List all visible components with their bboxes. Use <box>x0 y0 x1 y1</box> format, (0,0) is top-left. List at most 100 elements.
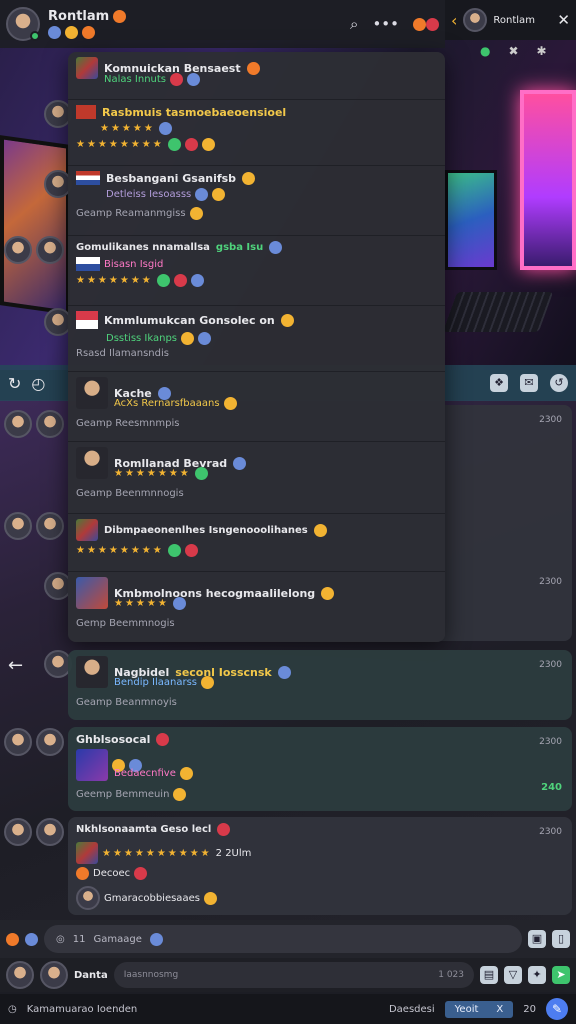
chat-row-meta-text: Geamp Beanmnoyis <box>76 697 177 708</box>
chat-row-meta: Geemp Bemmeuin <box>76 788 564 801</box>
game-thumbnail <box>76 57 98 79</box>
chat-list-avatar-row[interactable] <box>4 308 72 336</box>
chat-row-name: Nkhlsonaamta Geso lecl <box>76 824 212 835</box>
shield-icon[interactable]: ❖ <box>490 374 508 392</box>
back-icon[interactable]: ‹ <box>451 11 457 30</box>
user-photo <box>76 447 108 479</box>
sync-icon[interactable]: ↻ <box>8 374 21 393</box>
attach-icon[interactable] <box>25 932 38 946</box>
chat-header[interactable]: Rontlam <box>48 9 127 39</box>
side-panel-title: Rontlam <box>493 14 535 26</box>
more-icon[interactable]: ••• <box>372 15 399 33</box>
status-pill[interactable]: Yeoit X <box>444 1000 514 1018</box>
top-bar: Rontlam ⌕ ••• <box>0 0 445 48</box>
fire-icon <box>113 10 127 23</box>
tools-icon[interactable]: ✖ <box>508 44 518 58</box>
bg-neon-sign <box>520 90 576 270</box>
list-item[interactable]: Romllanad Bevrad ★★★★★★★ Geamp Beenmnnog… <box>68 442 445 514</box>
status-pill-a: Yeoit <box>454 1003 479 1015</box>
item-title: Rasbmuis tasmoebaeoensioel <box>76 105 437 119</box>
chat-row-line: Bedaecnfive <box>114 767 564 780</box>
chat-list-avatar-row[interactable] <box>4 512 64 540</box>
status-bar: ◷ Kamamuarao Ioenden Daesdesi Yeoit X 20… <box>0 994 576 1024</box>
reaction-row: ★★★★★★★★ <box>76 544 437 557</box>
sticker-icon[interactable]: ◎ <box>56 934 65 945</box>
item-meta: Geamp Reesmnmpis <box>76 418 437 429</box>
item-line: Nalas Innuts <box>104 73 437 86</box>
message-time: 2300 <box>539 827 562 837</box>
conversation-popup: Komnuickan Bensaest Nalas Innuts Rasbmui… <box>68 52 445 642</box>
refresh-icon[interactable]: ↺ <box>550 374 568 392</box>
game-thumbnail <box>76 656 108 688</box>
item-line: Detleiss Iesoasss <box>106 188 437 201</box>
chat-list-avatar-row[interactable] <box>4 572 72 600</box>
reaction-row: ★★★★★★★★★★ 2 2Ulm <box>76 842 564 864</box>
item-title-text: Gomulikanes nnamallsa <box>76 242 210 253</box>
clock-icon <box>149 932 163 946</box>
chat-row[interactable]: 2300 Nagbidel seconl Iosscnsk Bendip Ilaa… <box>68 650 572 720</box>
camera-icon[interactable] <box>6 932 19 946</box>
secondary-input[interactable]: Iaasnnosmg 1 023 <box>113 962 474 988</box>
status-right-label: Daesdesi <box>388 1003 435 1015</box>
chat-row[interactable]: 2300 Ghblsosocal Bedaecnfive Geemp Bemme… <box>68 727 572 811</box>
item-title: Gomulikanes nnamallsa gsba Isu <box>76 241 437 254</box>
list-item[interactable]: Kmbmolnoons hecogmaalilelong ★★★★★ Gemp … <box>68 572 445 642</box>
search-icon[interactable]: ⌕ <box>350 15 358 33</box>
chat-list-avatar-row[interactable] <box>4 728 64 756</box>
file-icon[interactable]: ▯ <box>552 930 570 948</box>
chat-row-name: Ghblsosocal <box>76 733 151 746</box>
clock-icon: ◷ <box>8 1003 17 1015</box>
settings-icon[interactable]: ● <box>480 44 490 58</box>
bg-keyboard <box>442 292 554 332</box>
filter-icon[interactable]: ▽ <box>504 966 522 984</box>
message-input[interactable]: ◎ 11 Gamaage <box>44 925 522 953</box>
info-icon[interactable]: ✱ <box>537 44 547 58</box>
chat-list-avatar-row[interactable] <box>4 410 64 438</box>
list-item[interactable]: Komnuickan Bensaest Nalas Innuts <box>68 52 445 100</box>
compose-fab[interactable]: ✎ <box>546 998 568 1020</box>
item-meta-text: Gemp Beemmnogis <box>76 618 175 629</box>
chat-list-avatar-row[interactable] <box>4 170 72 198</box>
chat-list-avatar-row[interactable] <box>4 818 64 846</box>
item-title-text: Besbangani Gsanifsb <box>106 171 237 185</box>
avatar[interactable] <box>6 961 34 989</box>
item-title: Dibmpaeonenlhes Isngenooolihanes <box>76 519 437 541</box>
list-item[interactable]: Rasbmuis tasmoebaeoensioel ★★★★★ ★★★★★★★… <box>68 100 445 166</box>
chat-subtitle <box>48 26 126 39</box>
chat-list-avatar-row[interactable] <box>4 236 64 264</box>
emoji-icon[interactable] <box>413 15 439 33</box>
item-meta-text: Rsasd Ilamansndis <box>76 348 169 359</box>
unread-count: 240 <box>541 782 562 793</box>
chat-row[interactable]: 2300 Nkhlsonaamta Geso lecl ★★★★★★★★★★ 2 … <box>68 817 572 915</box>
item-title-text: Kmmlumukcan Gonsolec on <box>104 313 275 327</box>
gallery-icon[interactable]: ▣ <box>528 930 546 948</box>
game-thumbnail <box>76 749 108 781</box>
avatar[interactable] <box>40 961 68 989</box>
bg-monitor-mid <box>445 170 497 270</box>
list-item[interactable]: Besbangani Gsanifsb Detleiss Iesoasss Ge… <box>68 166 445 236</box>
reaction-row: ★★★★★ <box>100 122 437 135</box>
history-icon[interactable]: ◴ <box>31 374 45 393</box>
reaction-row: ★★★★★★★★ <box>76 138 437 151</box>
reaction-row: ★★★★★★★ <box>114 467 437 480</box>
send-icon[interactable]: ➤ <box>552 966 570 984</box>
message-placeholder: Gamaage <box>93 933 142 945</box>
image-icon[interactable]: ▤ <box>480 966 498 984</box>
close-icon[interactable]: ✕ <box>557 11 570 29</box>
message-time: 2300 <box>539 577 562 587</box>
item-line: AcXs Rernarsfbaaans <box>114 397 437 410</box>
tag-icon[interactable]: ✦ <box>528 966 546 984</box>
list-item[interactable]: Kache AcXs Rernarsfbaaans Geamp Reesmnmp… <box>68 372 445 442</box>
chat-row-title: Ghblsosocal <box>76 733 564 746</box>
chat-list-avatar-row[interactable] <box>4 100 72 128</box>
chat-row-line: Gmaracobbiesaaes <box>76 886 564 910</box>
game-thumbnail <box>76 842 98 864</box>
top-actions: ⌕ ••• <box>350 15 439 33</box>
avatar[interactable] <box>6 7 40 41</box>
list-item[interactable]: Gomulikanes nnamallsa gsba Isu Bisasn Isg… <box>68 236 445 306</box>
back-arrow-icon[interactable]: ← <box>8 655 23 676</box>
chat-title-text: Rontlam <box>48 9 110 24</box>
list-item[interactable]: Kmmlumukcan Gonsolec on Dsstiss Ikanps R… <box>68 306 445 372</box>
list-item[interactable]: Dibmpaeonenlhes Isngenooolihanes ★★★★★★★… <box>68 514 445 572</box>
chat-icon[interactable]: ✉ <box>520 374 538 392</box>
